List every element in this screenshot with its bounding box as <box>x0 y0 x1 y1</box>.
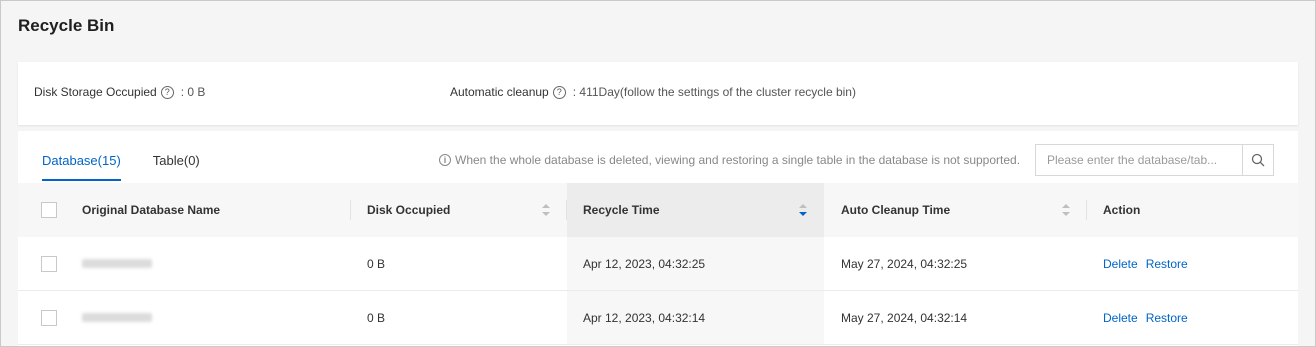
tab-table[interactable]: Table(0) <box>153 153 200 181</box>
summary-card: Disk Storage Occupied ? : 0 B Automatic … <box>18 62 1298 125</box>
search-button[interactable] <box>1242 145 1273 175</box>
recycle-time-cell: Apr 12, 2023, 04:32:14 <box>567 291 824 344</box>
action-cell: Delete Restore <box>1087 237 1298 290</box>
col-auto-cleanup-time-label: Auto Cleanup Time <box>841 203 951 217</box>
notice-text: When the whole database is deleted, view… <box>455 153 1021 167</box>
row-checkbox[interactable] <box>41 309 57 326</box>
search-input[interactable] <box>1036 145 1242 175</box>
sort-icon[interactable] <box>541 203 551 217</box>
row-select-cell <box>18 291 65 344</box>
restore-link[interactable]: Restore <box>1146 257 1188 271</box>
row-checkbox[interactable] <box>41 255 57 272</box>
disk-occupied-cell: 0 B <box>367 310 386 325</box>
delete-link[interactable]: Delete <box>1103 257 1138 271</box>
auto-cleanup-label: Automatic cleanup <box>450 85 549 99</box>
disk-storage-value-text: 0 B <box>187 85 206 99</box>
database-name-cell <box>65 291 351 344</box>
database-name-cell <box>65 237 351 290</box>
select-all-checkbox[interactable] <box>41 202 57 218</box>
auto-cleanup-info: Automatic cleanup ? : 411Day(follow the … <box>450 85 856 99</box>
redacted-database-name <box>82 313 152 322</box>
row-select-cell <box>18 237 65 290</box>
table-header: Original Database Name Disk Occupied Rec… <box>18 183 1298 237</box>
col-recycle-time[interactable]: Recycle Time <box>567 183 824 237</box>
auto-cleanup-value-text: 411Day(follow the settings of the cluste… <box>579 85 856 99</box>
tab-bar: Database(15) Table(0) <box>42 153 232 181</box>
col-original-name-label: Original Database Name <box>82 203 221 217</box>
disk-storage-value: : 0 B <box>180 85 206 99</box>
col-original-name: Original Database Name <box>65 183 351 237</box>
table-row: 0 B Apr 12, 2023, 04:32:14 May 27, 2024,… <box>18 291 1298 345</box>
delete-link[interactable]: Delete <box>1103 311 1138 325</box>
col-action-label: Action <box>1103 203 1141 217</box>
col-auto-cleanup-time[interactable]: Auto Cleanup Time <box>824 183 1087 237</box>
page-title: Recycle Bin <box>18 16 115 35</box>
select-all-cell <box>18 183 65 237</box>
help-icon[interactable]: ? <box>160 85 174 99</box>
sort-desc-icon[interactable] <box>798 203 808 217</box>
sort-icon[interactable] <box>1061 203 1071 217</box>
col-disk-occupied-label: Disk Occupied <box>367 203 451 217</box>
disk-storage-label: Disk Storage Occupied <box>34 85 157 99</box>
recycle-bin-page: Recycle Bin Disk Storage Occupied ? : 0 … <box>0 0 1316 347</box>
col-action: Action <box>1087 183 1298 237</box>
tab-database[interactable]: Database(15) <box>42 153 121 181</box>
auto-cleanup-time-cell: May 27, 2024, 04:32:14 <box>841 310 968 325</box>
col-recycle-time-label: Recycle Time <box>583 203 660 217</box>
table-row: 0 B Apr 12, 2023, 04:32:25 May 27, 2024,… <box>18 237 1298 291</box>
disk-occupied-cell: 0 B <box>367 256 386 271</box>
disk-storage-info: Disk Storage Occupied ? : 0 B <box>34 85 205 99</box>
col-disk-occupied[interactable]: Disk Occupied <box>351 183 567 237</box>
database-table: Original Database Name Disk Occupied Rec… <box>18 183 1298 345</box>
notice: i When the whole database is deleted, vi… <box>439 153 1020 167</box>
action-cell: Delete Restore <box>1087 291 1298 344</box>
redacted-database-name <box>82 259 152 268</box>
auto-cleanup-value: : 411Day(follow the settings of the clus… <box>572 85 856 99</box>
help-icon[interactable]: ? <box>552 85 566 99</box>
info-icon: i <box>439 154 451 166</box>
restore-link[interactable]: Restore <box>1146 311 1188 325</box>
recycle-time-cell: Apr 12, 2023, 04:32:25 <box>567 237 824 290</box>
recycle-list-card: Database(15) Table(0) i When the whole d… <box>18 131 1298 346</box>
auto-cleanup-time-cell: May 27, 2024, 04:32:25 <box>841 256 968 271</box>
search-icon <box>1251 153 1265 167</box>
search-box <box>1035 144 1274 176</box>
